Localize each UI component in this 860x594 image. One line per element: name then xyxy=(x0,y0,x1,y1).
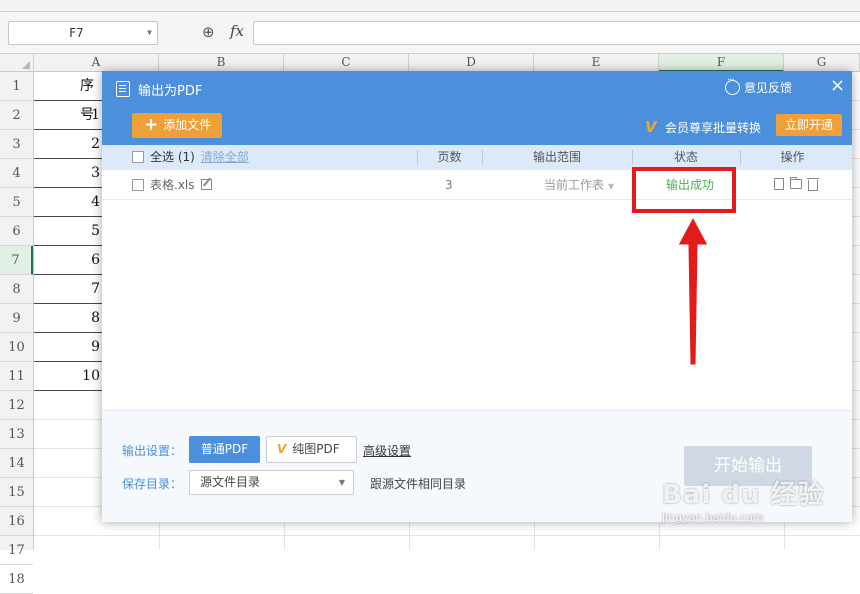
row-header[interactable]: 16 xyxy=(0,507,33,536)
row-header[interactable]: 15 xyxy=(0,478,33,507)
toolbar-strip xyxy=(0,0,860,12)
watermark-url: jingyan.baidu.com xyxy=(662,511,764,524)
document-icon[interactable] xyxy=(774,178,784,190)
row-actions xyxy=(774,177,819,191)
row-header[interactable]: 9 xyxy=(0,304,33,333)
feedback-label: 意见反馈 xyxy=(744,81,793,95)
add-file-label: 添加文件 xyxy=(163,118,212,132)
save-dir-value: 源文件目录 xyxy=(200,475,261,489)
name-box[interactable]: F7 ▼ xyxy=(8,21,158,45)
chevron-down-icon: ▼ xyxy=(338,478,345,487)
dialog-title: 输出为PDF xyxy=(138,84,203,99)
column-actions: 操作 xyxy=(780,150,805,164)
select-all-label: 全选 (1) xyxy=(150,150,195,164)
output-range-value: 当前工作表 xyxy=(544,178,605,192)
chevron-down-icon[interactable]: ▼ xyxy=(147,22,152,44)
plus-icon: + xyxy=(144,115,159,135)
row-header[interactable]: 10 xyxy=(0,333,33,362)
image-pdf-label: 纯图PDF xyxy=(292,442,340,456)
file-checkbox[interactable] xyxy=(132,179,144,191)
close-button[interactable]: × xyxy=(830,75,845,96)
row-header[interactable]: 18 xyxy=(0,565,33,594)
row-header[interactable]: 11 xyxy=(0,362,33,391)
row-header[interactable]: 13 xyxy=(0,420,33,449)
row-header[interactable]: 7 xyxy=(0,246,33,275)
column-header-c[interactable]: C xyxy=(284,54,409,72)
cell-reference: F7 xyxy=(69,26,84,40)
row-header[interactable]: 2 xyxy=(0,101,33,130)
select-all-checkbox[interactable] xyxy=(132,151,144,163)
add-file-button[interactable]: + 添加文件 xyxy=(132,113,222,138)
row-header[interactable]: 6 xyxy=(0,217,33,246)
trash-icon[interactable] xyxy=(807,178,819,191)
chevron-down-icon: ▼ xyxy=(608,182,615,191)
column-range: 输出范围 xyxy=(532,150,581,164)
chat-bubble-icon xyxy=(725,75,740,95)
column-header-e[interactable]: E xyxy=(534,54,659,72)
zoom-icon[interactable]: ⊕ xyxy=(202,23,215,41)
save-dir-hint: 跟源文件相同目录 xyxy=(370,477,467,491)
folder-icon[interactable] xyxy=(790,177,802,189)
feedback-link[interactable]: 意见反馈 xyxy=(725,75,793,96)
column-header-a[interactable]: A xyxy=(34,54,159,72)
fx-icon[interactable]: fx xyxy=(230,22,244,40)
column-headers: A B C D E F G xyxy=(0,54,860,72)
vip-promo-text: 会员尊享批量转换 xyxy=(665,121,762,135)
file-list-area xyxy=(102,200,852,410)
clear-all-link[interactable]: 清除全部 xyxy=(201,150,249,164)
row-header[interactable]: 4 xyxy=(0,159,33,188)
image-pdf-button[interactable]: V 纯图PDF xyxy=(266,436,357,463)
pdf-export-icon xyxy=(116,81,130,97)
column-pages: 页数 xyxy=(437,150,462,164)
select-all-corner[interactable] xyxy=(0,54,34,72)
formula-input[interactable] xyxy=(253,21,860,45)
row-header[interactable]: 1 xyxy=(0,72,33,101)
advanced-settings-link[interactable]: 高级设置 xyxy=(363,442,411,459)
save-dir-select[interactable]: 源文件目录 ▼ xyxy=(189,470,354,495)
row-header[interactable]: 8 xyxy=(0,275,33,304)
column-header-g[interactable]: G xyxy=(784,54,860,72)
formula-bar: F7 ▼ ⊕ fx xyxy=(0,12,860,54)
row-headers: 1 2 3 4 5 6 7 8 9 10 11 12 13 14 15 16 17 18 xyxy=(0,72,34,594)
row-header[interactable]: 17 xyxy=(0,536,33,565)
dialog-header: 输出为PDF 意见反馈 × + 添加文件 V 会员尊享批量转换 立即开通 xyxy=(102,71,852,145)
activate-vip-button[interactable]: 立即开通 xyxy=(776,114,842,136)
row-header[interactable]: 5 xyxy=(0,188,33,217)
annotation-highlight-box xyxy=(632,167,736,213)
row-header[interactable]: 14 xyxy=(0,449,33,478)
page-count: 3 xyxy=(445,178,453,192)
file-row: 表格.xls 3 当前工作表 ▼ 输出成功 xyxy=(102,170,852,200)
column-header-d[interactable]: D xyxy=(409,54,534,72)
file-table-header: 全选 (1) 清除全部 页数 输出范围 状态 操作 xyxy=(102,145,852,170)
column-header-f[interactable]: F xyxy=(659,54,784,72)
normal-pdf-button[interactable]: 普通PDF xyxy=(189,436,260,463)
save-dir-label: 保存目录： xyxy=(122,477,183,491)
row-header[interactable]: 12 xyxy=(0,391,33,420)
annotation-arrow xyxy=(677,215,709,366)
export-pdf-dialog: 输出为PDF 意见反馈 × + 添加文件 V 会员尊享批量转换 立即开通 全选 … xyxy=(102,71,852,522)
file-name: 表格.xls xyxy=(150,178,195,192)
output-settings-label: 输出设置： xyxy=(122,444,183,458)
output-range-select[interactable]: 当前工作表 ▼ xyxy=(544,170,614,202)
column-header-b[interactable]: B xyxy=(159,54,284,72)
row-header[interactable]: 3 xyxy=(0,130,33,159)
select-all[interactable]: 全选 (1) 清除全部 xyxy=(132,145,249,170)
vip-icon: V xyxy=(277,442,287,456)
vip-icon: V xyxy=(645,118,657,136)
edit-icon[interactable] xyxy=(200,179,212,190)
file-cell: 表格.xls xyxy=(132,170,212,200)
watermark-logo: Bai du 经验 xyxy=(662,480,825,510)
